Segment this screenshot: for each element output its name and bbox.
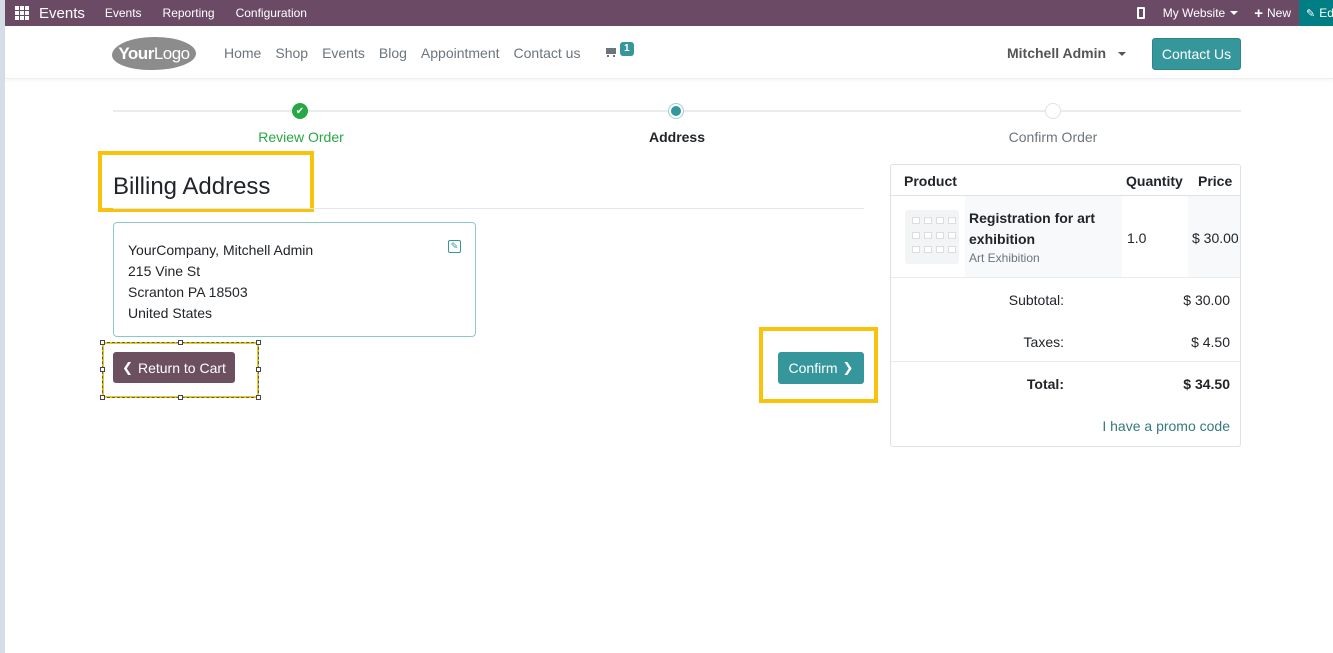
confirm-label: Confirm	[788, 360, 838, 376]
return-to-cart-label: Return to Cart	[137, 359, 226, 376]
header-product: Product	[904, 173, 957, 189]
total-value: $ 34.50	[1183, 376, 1230, 392]
plus-icon: +	[1254, 4, 1263, 22]
summary-header-row: Product Quantity Price	[891, 165, 1240, 196]
edit-button[interactable]: ✎ Ed	[1299, 0, 1333, 26]
subtotal-label: Subtotal:	[1008, 292, 1064, 308]
apps-grid-icon[interactable]	[15, 6, 29, 20]
mobile-preview-icon[interactable]	[1136, 7, 1145, 19]
step-review-order[interactable]: Review Order	[201, 129, 401, 145]
selection-handle	[100, 367, 105, 372]
header-price: Price	[1198, 173, 1233, 189]
step-todo-dot-icon	[1045, 103, 1061, 119]
app-name[interactable]: Events	[39, 5, 85, 22]
taxes-label: Taxes:	[1023, 334, 1064, 350]
line-price: $ 30.00	[1192, 230, 1239, 246]
title-divider	[113, 208, 864, 209]
caret-down-icon	[1230, 11, 1239, 15]
menu-events[interactable]: Events	[105, 6, 142, 20]
chevron-right-icon: ❯	[842, 360, 854, 375]
address-line-name: YourCompany, Mitchell Admin	[128, 242, 314, 258]
nav-blog[interactable]: Blog	[379, 45, 407, 61]
nav-contact-us[interactable]: Contact us	[514, 45, 581, 61]
address-line-city: Scranton PA 18503	[128, 284, 248, 300]
step-address: Address	[648, 129, 706, 145]
user-name: Mitchell Admin	[1007, 45, 1107, 61]
confirm-button[interactable]: Confirm ❯	[778, 352, 864, 384]
billing-address-title: Billing Address	[113, 173, 271, 200]
nav-home[interactable]: Home	[224, 45, 261, 61]
selection-handle	[256, 340, 261, 345]
main-nav: Home Shop Events Blog Appointment Contac…	[224, 45, 594, 61]
window-left-edge	[0, 0, 5, 653]
address-line-country: United States	[128, 305, 213, 321]
new-button-label: New	[1266, 6, 1291, 20]
line-quantity: 1.0	[1127, 230, 1147, 246]
edit-button-label: Ed	[1319, 6, 1333, 20]
website-header: Your Logo Home Shop Events Blog Appointme…	[5, 26, 1333, 79]
website-selector-label: My Website	[1162, 6, 1226, 20]
subtotal-value: $ 30.00	[1183, 292, 1230, 308]
site-logo[interactable]: Your Logo	[112, 37, 196, 70]
website-selector[interactable]: My Website	[1162, 6, 1239, 20]
new-button[interactable]: + New	[1254, 5, 1291, 22]
user-menu[interactable]: Mitchell Admin	[1007, 45, 1126, 61]
nav-events[interactable]: Events	[322, 45, 365, 61]
edit-address-icon[interactable]: ✎	[448, 240, 461, 253]
nav-shop[interactable]: Shop	[275, 45, 308, 61]
order-summary: Product Quantity Price Registration for …	[890, 164, 1241, 447]
product-thumbnail	[905, 210, 959, 264]
address-line-street: 215 Vine St	[128, 263, 201, 279]
logo-bold-text: Your	[118, 43, 154, 63]
shopping-cart-icon	[605, 48, 617, 58]
promo-code-link[interactable]: I have a promo code	[1102, 418, 1230, 434]
billing-address-card: YourCompany, Mitchell Admin 215 Vine St …	[113, 222, 476, 337]
selection-handle	[256, 367, 261, 372]
caret-down-icon	[1117, 52, 1126, 57]
selection-handle	[100, 395, 105, 400]
menu-reporting[interactable]: Reporting	[163, 6, 215, 20]
cart-count-badge: 1	[620, 42, 634, 56]
admin-top-bar: Events Events Reporting Configuration My…	[5, 0, 1333, 26]
product-subtitle: Art Exhibition	[969, 251, 1040, 265]
logo-light-text: Logo	[153, 43, 190, 63]
taxes-value: $ 4.50	[1191, 334, 1230, 350]
total-label: Total:	[1026, 376, 1064, 392]
order-line: Registration for art exhibition Art Exhi…	[891, 196, 1240, 278]
selection-handle	[256, 395, 261, 400]
menu-configuration[interactable]: Configuration	[236, 6, 307, 20]
selection-handle	[178, 395, 183, 400]
selection-handle	[178, 340, 183, 345]
contact-us-button[interactable]: Contact Us	[1152, 38, 1241, 70]
product-name[interactable]: Registration for art exhibition	[969, 208, 1119, 250]
step-confirm-order: Confirm Order	[1008, 129, 1098, 145]
return-to-cart-button[interactable]: ❮ Return to Cart	[113, 352, 235, 383]
step-done-check-icon: ✔	[292, 103, 308, 119]
nav-appointment[interactable]: Appointment	[421, 45, 500, 61]
selection-handle	[100, 340, 105, 345]
chevron-left-icon: ❮	[122, 359, 133, 375]
header-quantity: Quantity	[1126, 173, 1183, 189]
step-active-dot-icon	[668, 103, 684, 119]
pencil-icon: ✎	[1306, 7, 1316, 20]
totals-divider	[891, 361, 1240, 362]
cart-link[interactable]: 1	[605, 42, 634, 58]
